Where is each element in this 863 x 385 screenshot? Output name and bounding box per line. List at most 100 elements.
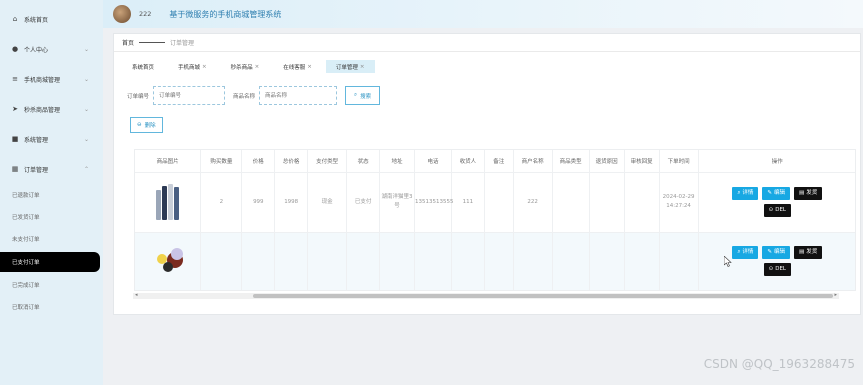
- search-button-label: 搜索: [360, 93, 372, 100]
- del-button-label: DEL: [775, 207, 786, 213]
- delete-button[interactable]: ⊖ 删除: [130, 117, 163, 133]
- sidebar-item[interactable]: ▦ 订单管理 ⌃: [0, 154, 103, 184]
- tab[interactable]: 系统首页: [122, 60, 164, 73]
- cell-phone: 13513513555: [414, 172, 453, 233]
- cell-category: [552, 232, 590, 290]
- sidebar-subitem[interactable]: 已取消订单: [0, 296, 103, 318]
- sidebar-subitem[interactable]: 已支付订单: [0, 252, 100, 272]
- scroll-right-icon[interactable]: ▸: [834, 292, 837, 298]
- sidebar-subitem[interactable]: 已完成订单: [0, 274, 103, 296]
- sidebar-item-label: 秒杀商品管理: [24, 106, 61, 114]
- sidebar-subitem[interactable]: 已退款订单: [0, 184, 103, 206]
- column-header: 地址: [379, 150, 415, 173]
- product-name-input[interactable]: [259, 86, 338, 105]
- cell-pay: 现金: [307, 172, 348, 233]
- tab[interactable]: 在线客服 ×: [273, 60, 322, 73]
- cell-pay: [307, 232, 348, 290]
- header-username: 222: [139, 10, 152, 18]
- detail-button[interactable]: ⌕ 详情: [732, 187, 759, 200]
- column-header: 价格: [241, 150, 276, 173]
- del-button[interactable]: ⊙ DEL: [763, 204, 791, 217]
- del-button[interactable]: ⊙ DEL: [763, 263, 791, 276]
- scroll-left-icon[interactable]: ◂: [135, 292, 138, 298]
- edit-button-label: 编辑: [774, 249, 786, 255]
- cell-address: 湖南洋猫里3号: [379, 172, 415, 233]
- breadcrumb-home[interactable]: 首页: [122, 38, 134, 47]
- column-header: 审核回复: [624, 150, 660, 173]
- chevron-down-icon: ⌄: [84, 135, 90, 143]
- ship-button[interactable]: ▤ 发货: [794, 187, 823, 200]
- ship-button-label: 发货: [806, 249, 818, 255]
- home-icon: ⌂: [12, 15, 18, 23]
- ship-button-label: 发货: [806, 190, 818, 196]
- cell-return-reason: [589, 172, 625, 233]
- column-header: 下单时间: [659, 150, 699, 173]
- cell-receiver: 111: [451, 172, 485, 233]
- sidebar-subitem[interactable]: 未支付订单: [0, 228, 103, 250]
- tab-label: 手机商城: [178, 64, 201, 71]
- search-icon: ⌕: [737, 249, 741, 255]
- sidebar-item[interactable]: ➤ 秒杀商品管理 ⌄: [0, 94, 103, 124]
- tab[interactable]: 订单管理 ×: [325, 60, 375, 73]
- edit-icon: ✎: [767, 249, 773, 255]
- column-header: 电话: [414, 150, 452, 173]
- column-header: 购买数量: [200, 150, 243, 173]
- search-button[interactable]: ⌕ 搜索: [345, 86, 381, 105]
- tab-label: 在线客服: [283, 64, 306, 71]
- close-icon[interactable]: ×: [307, 64, 312, 70]
- search-icon: ⌕: [737, 190, 741, 196]
- cell-qty: 2: [200, 172, 243, 233]
- close-icon[interactable]: ×: [360, 64, 365, 70]
- cell-price: 999: [241, 172, 276, 233]
- sidebar-subitem[interactable]: 已发货订单: [0, 206, 103, 228]
- sidebar-item-label: 订单管理: [24, 166, 49, 174]
- tab[interactable]: 手机商城 ×: [168, 60, 217, 73]
- del-button-label: DEL: [775, 266, 786, 272]
- chevron-down-icon: ⌄: [84, 45, 90, 53]
- product-image-cell: [135, 172, 202, 233]
- column-header: 状态: [346, 150, 381, 173]
- tab[interactable]: 秒杀商品 ×: [221, 60, 270, 73]
- actions-cell: ⌕ 详情 ✎ 编辑 ▤ 发货 ⊙ DEL: [698, 172, 855, 233]
- sidebar-item[interactable]: ● 个人中心 ⌄: [0, 34, 103, 64]
- column-header: 商品类型: [552, 150, 590, 173]
- list-icon: ≡: [12, 75, 18, 83]
- scrollbar-thumb[interactable]: [253, 294, 833, 298]
- breadcrumb-separator: [139, 42, 166, 43]
- main-panel: 首页 订单管理 系统首页手机商城×秒杀商品×在线客服×订单管理× 订单编号 商品…: [113, 33, 861, 315]
- cell-total: 1998: [274, 172, 309, 233]
- order-no-input[interactable]: [153, 86, 226, 105]
- sidebar-item-label: 系统首页: [24, 16, 49, 24]
- avatar[interactable]: [113, 5, 131, 23]
- close-icon[interactable]: ×: [202, 64, 207, 70]
- delete-icon: ⊖: [137, 122, 142, 128]
- cell-phone: [414, 232, 452, 290]
- tab-label: 订单管理: [335, 64, 358, 71]
- product-image-cell: [135, 232, 202, 290]
- sidebar-item-label: 手机商城管理: [24, 76, 61, 84]
- breadcrumb-current: 订单管理: [170, 40, 195, 47]
- sidebar-item-label: 个人中心: [24, 46, 49, 54]
- cell-category: [552, 172, 590, 233]
- sidebar-item[interactable]: ⌂ 系统首页: [0, 4, 103, 34]
- delete-icon: ⊙: [768, 207, 774, 213]
- detail-button[interactable]: ⌕ 详情: [732, 246, 759, 259]
- order-table: 商品图片 购买数量 价格 总价格 支付类型 状态 地址 电话 收货人 备注 商户名称 商品类型 退货原因…: [134, 149, 856, 291]
- sidebar-item[interactable]: ■ 系统管理 ⌄: [0, 124, 103, 154]
- edit-button[interactable]: ✎ 编辑: [762, 246, 791, 259]
- tab-label: 系统首页: [132, 64, 155, 71]
- delete-button-label: 删除: [144, 123, 156, 129]
- column-header: 退货原因: [589, 150, 625, 173]
- horizontal-scrollbar[interactable]: ◂ ▸: [133, 292, 839, 299]
- close-icon[interactable]: ×: [255, 64, 260, 70]
- column-header: 收货人: [451, 150, 485, 173]
- edit-button-label: 编辑: [774, 190, 786, 196]
- product-image: [155, 184, 181, 220]
- edit-button[interactable]: ✎ 编辑: [762, 187, 791, 200]
- cell-total: [274, 232, 309, 290]
- column-header: 支付类型: [307, 150, 348, 173]
- detail-button-label: 详情: [742, 249, 754, 255]
- ship-button[interactable]: ▤ 发货: [794, 246, 823, 259]
- sidebar-item[interactable]: ≡ 手机商城管理 ⌄: [0, 64, 103, 94]
- table-header-row: 商品图片 购买数量 价格 总价格 支付类型 状态 地址 电话 收货人 备注 商户名称 商品类型 退货原因…: [135, 150, 855, 173]
